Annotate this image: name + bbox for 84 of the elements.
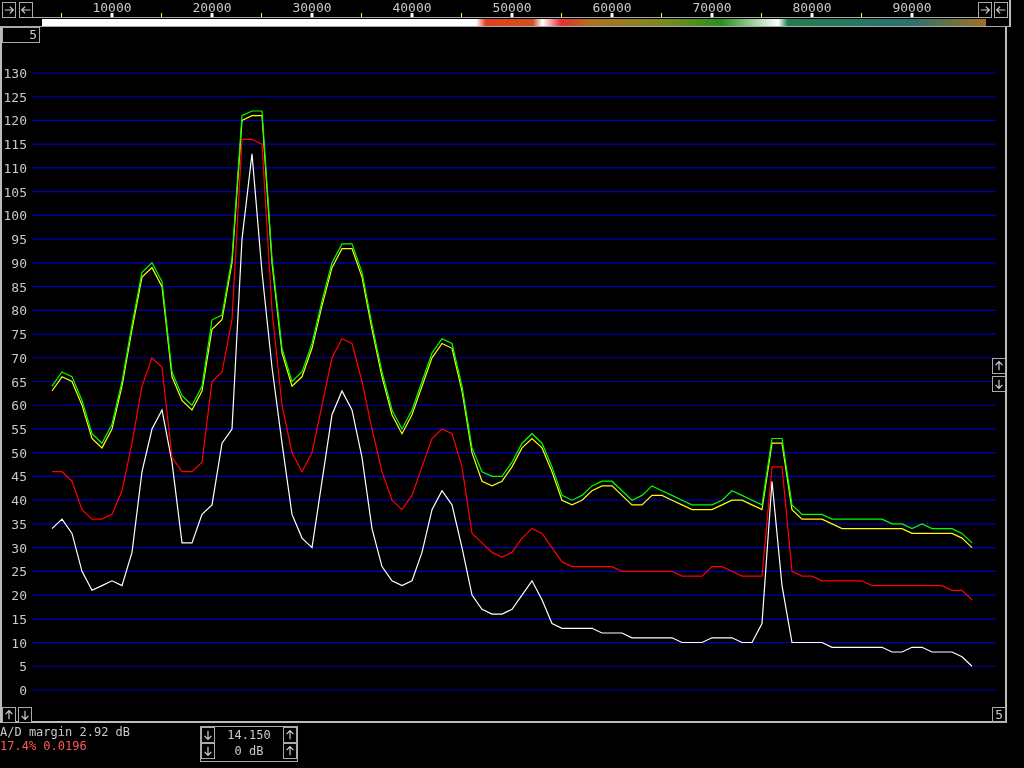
- level-label: 5: [19, 659, 27, 675]
- increase-button[interactable]: [283, 727, 298, 743]
- frequency-label: 30000: [292, 0, 332, 15]
- arrow-left-icon: [20, 3, 32, 17]
- scroll-down-button[interactable]: [992, 376, 1006, 392]
- frequency-tick: [510, 13, 514, 17]
- level-label: 85: [11, 279, 27, 295]
- level-label: 125: [3, 89, 27, 105]
- level-label: 30: [11, 540, 27, 556]
- level-label: 110: [3, 160, 27, 176]
- frequency-tick: [161, 13, 162, 17]
- scroll-up-button[interactable]: [992, 358, 1006, 374]
- frequency-label: 50000: [492, 0, 532, 15]
- frequency-tick: [110, 13, 114, 17]
- arrow-down-icon: [19, 708, 31, 722]
- frequency-tick: [861, 13, 862, 17]
- arrow-down-icon: [202, 728, 215, 742]
- level-label: 75: [11, 327, 27, 343]
- frequency-tick: [610, 13, 614, 17]
- scroll-down-button[interactable]: [18, 707, 32, 723]
- frequency-label: 80000: [792, 0, 832, 15]
- arrow-right-icon: [979, 3, 991, 17]
- frequency-label: 40000: [392, 0, 432, 15]
- arrow-left-icon: [995, 3, 1007, 17]
- scroll-right-button[interactable]: [2, 2, 16, 18]
- level-label: 90: [11, 255, 27, 271]
- level-label: 100: [3, 208, 27, 224]
- arrow-up-icon: [284, 744, 297, 758]
- frequency-label: 60000: [592, 0, 632, 15]
- level-label: 120: [3, 113, 27, 129]
- level-label: 65: [11, 374, 27, 390]
- level-label: 35: [11, 516, 27, 532]
- decrease-button[interactable]: [201, 727, 216, 743]
- arrow-down-icon: [993, 377, 1005, 391]
- frequency-tick: [261, 13, 262, 17]
- arrow-up-icon: [284, 728, 297, 742]
- frequency-tick: [910, 13, 914, 17]
- decrease-button[interactable]: [201, 743, 216, 759]
- level-label: 25: [11, 564, 27, 580]
- scroll-right-button[interactable]: [978, 2, 992, 18]
- level-label: 55: [11, 421, 27, 437]
- level-label: 20: [11, 588, 27, 604]
- control-value: 0 dB: [233, 743, 265, 759]
- scroll-up-button[interactable]: [2, 707, 16, 723]
- level-label: 115: [3, 137, 27, 153]
- level-label: 15: [11, 611, 27, 627]
- frequency-tick: [210, 13, 214, 17]
- ratio-text: 17.4% 0.0196: [0, 739, 88, 753]
- control-value: 14.150: [226, 727, 272, 743]
- frequency-label: 10000: [92, 0, 132, 15]
- frequency-tick: [710, 13, 714, 17]
- scroll-left-button[interactable]: [994, 2, 1008, 18]
- level-label: 130: [3, 66, 27, 81]
- level-label: 80: [11, 303, 27, 319]
- arrow-up-icon: [3, 708, 15, 722]
- frequency-tick: [361, 13, 362, 17]
- frequency-tick: [461, 13, 462, 17]
- level-label: 40: [11, 493, 27, 509]
- arrow-up-icon: [993, 359, 1005, 373]
- level-label: 70: [11, 350, 27, 366]
- scale-box[interactable]: 5: [992, 707, 1006, 723]
- frequency-tick: [761, 13, 762, 17]
- frequency-label: 70000: [692, 0, 732, 15]
- level-label: 0: [19, 683, 27, 698]
- frequency-tick: [410, 13, 414, 17]
- frequency-tick: [61, 13, 62, 17]
- level-label: 95: [11, 232, 27, 248]
- ad-margin-text: A/D margin 2.92 dB: [0, 725, 131, 739]
- frequency-label: 90000: [892, 0, 932, 15]
- level-label: 105: [3, 184, 27, 200]
- scroll-left-button[interactable]: [19, 2, 33, 18]
- scale-box[interactable]: 5: [2, 27, 40, 43]
- frequency-tick: [310, 13, 314, 17]
- frequency-label: 20000: [192, 0, 232, 15]
- level-label: 45: [11, 469, 27, 485]
- frequency-tick: [561, 13, 562, 17]
- level-label: 60: [11, 398, 27, 414]
- level-label: 10: [11, 635, 27, 651]
- frequency-tick: [810, 13, 814, 17]
- frequency-tick: [661, 13, 662, 17]
- increase-button[interactable]: [283, 743, 298, 759]
- arrow-down-icon: [202, 744, 215, 758]
- arrow-right-icon: [3, 3, 15, 17]
- level-label: 50: [11, 445, 27, 461]
